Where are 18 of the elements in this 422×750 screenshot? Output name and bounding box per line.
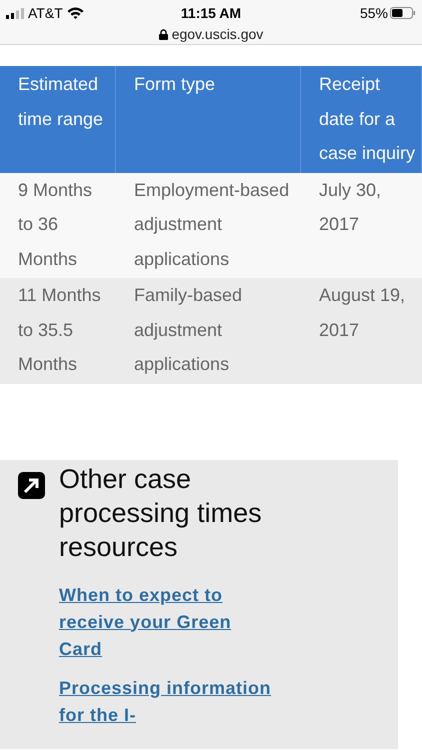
section-heading: Other case processing times resources xyxy=(59,462,263,564)
clock-time: 11:15 AM xyxy=(180,4,242,22)
table-cell-text: 9 Months to 36 Months xyxy=(17,178,94,270)
table-cell-text: August 19, 2017 xyxy=(318,284,406,342)
external-link-icon xyxy=(18,472,45,498)
resource-link[interactable]: Processing information for the I- xyxy=(59,674,279,728)
resource-link[interactable]: When to expect to receive your Green Card xyxy=(59,582,279,662)
table-cell-text: Family-based adjustment applications xyxy=(133,284,244,376)
battery-icon xyxy=(390,7,416,19)
carrier-name: AT&T xyxy=(28,4,63,22)
table-cell-text: July 30, 2017 xyxy=(318,178,382,236)
url-address[interactable]: egov.uscis.gov xyxy=(172,24,264,45)
lock-icon xyxy=(158,29,168,40)
wifi-icon xyxy=(66,7,84,19)
battery-percent: 55% xyxy=(360,4,388,22)
signal-icon xyxy=(6,8,24,18)
table-cell-text: 11 Months to 35.5 Months xyxy=(17,284,102,376)
table-cell-text: Employment-based adjustment applications xyxy=(133,178,290,271)
